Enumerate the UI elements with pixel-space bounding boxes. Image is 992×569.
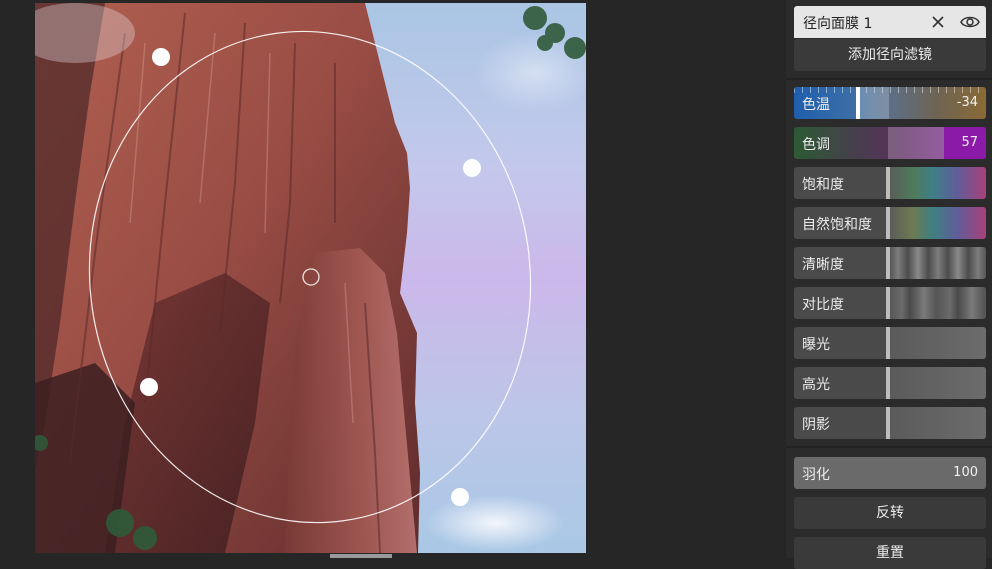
close-icon[interactable] <box>930 14 946 30</box>
shadows-handle[interactable] <box>886 407 890 439</box>
contrast-gradient <box>888 287 986 319</box>
contrast-slider[interactable]: 对比度 <box>794 287 986 319</box>
reset-button[interactable]: 重置 <box>794 537 986 569</box>
radial-mask-overlay[interactable] <box>0 0 786 558</box>
canvas-scrollbar[interactable] <box>330 554 392 558</box>
mask-handle-bottom[interactable] <box>451 488 469 506</box>
shadows-slider[interactable]: 阴影 <box>794 407 986 439</box>
temperature-handle[interactable] <box>856 87 860 119</box>
clarity-label: 清晰度 <box>802 257 844 273</box>
highlights-label: 高光 <box>802 377 830 393</box>
temperature-label: 色温 <box>802 97 830 113</box>
contrast-label: 对比度 <box>802 297 844 313</box>
highlights-gradient <box>888 367 986 399</box>
temperature-value: -34 <box>956 95 978 110</box>
mask-title: 径向面膜 1 <box>803 16 873 32</box>
contrast-handle[interactable] <box>886 287 890 319</box>
temperature-slider[interactable]: 色温 -34 <box>794 87 986 119</box>
mask-handle-top[interactable] <box>152 48 170 66</box>
add-radial-filter-button[interactable]: 添加径向滤镜 <box>794 39 986 71</box>
vibrance-handle[interactable] <box>886 207 890 239</box>
divider <box>786 446 992 448</box>
clarity-slider[interactable]: 清晰度 <box>794 247 986 279</box>
clarity-handle[interactable] <box>886 247 890 279</box>
divider <box>786 78 992 80</box>
saturation-gradient <box>888 167 986 199</box>
exposure-gradient <box>888 327 986 359</box>
radial-mask-ellipse <box>88 30 532 524</box>
exposure-label: 曝光 <box>802 337 830 353</box>
exposure-slider[interactable]: 曝光 <box>794 327 986 359</box>
mask-handle-right[interactable] <box>463 159 481 177</box>
vibrance-slider[interactable]: 自然饱和度 <box>794 207 986 239</box>
tint-slider[interactable]: 色调 57 <box>794 127 986 159</box>
feather-slider[interactable]: 羽化 100 <box>794 457 986 489</box>
vibrance-gradient <box>888 207 986 239</box>
feather-label: 羽化 <box>802 467 830 483</box>
feather-value: 100 <box>953 465 978 480</box>
invert-button[interactable]: 反转 <box>794 497 986 529</box>
highlights-slider[interactable]: 高光 <box>794 367 986 399</box>
mask-center-handle[interactable] <box>302 268 320 286</box>
exposure-handle[interactable] <box>886 327 890 359</box>
slider-ticks <box>794 87 986 93</box>
shadows-label: 阴影 <box>802 417 830 433</box>
tint-value: 57 <box>961 135 978 150</box>
shadows-gradient <box>888 407 986 439</box>
saturation-handle[interactable] <box>886 167 890 199</box>
mask-header[interactable]: 径向面膜 1 <box>794 6 986 38</box>
saturation-slider[interactable]: 饱和度 <box>794 167 986 199</box>
vibrance-label: 自然饱和度 <box>802 217 872 233</box>
tint-label: 色调 <box>802 137 830 153</box>
eye-icon[interactable] <box>960 13 980 31</box>
clarity-gradient <box>888 247 986 279</box>
saturation-label: 饱和度 <box>802 177 844 193</box>
adjustment-panel: 径向面膜 1 添加径向滤镜 色温 -34 色调 57 饱和度 自然饱和度 清晰度… <box>786 0 992 569</box>
highlights-handle[interactable] <box>886 367 890 399</box>
tint-fill <box>888 127 944 159</box>
image-canvas[interactable] <box>0 0 786 558</box>
mask-handle-left[interactable] <box>140 378 158 396</box>
